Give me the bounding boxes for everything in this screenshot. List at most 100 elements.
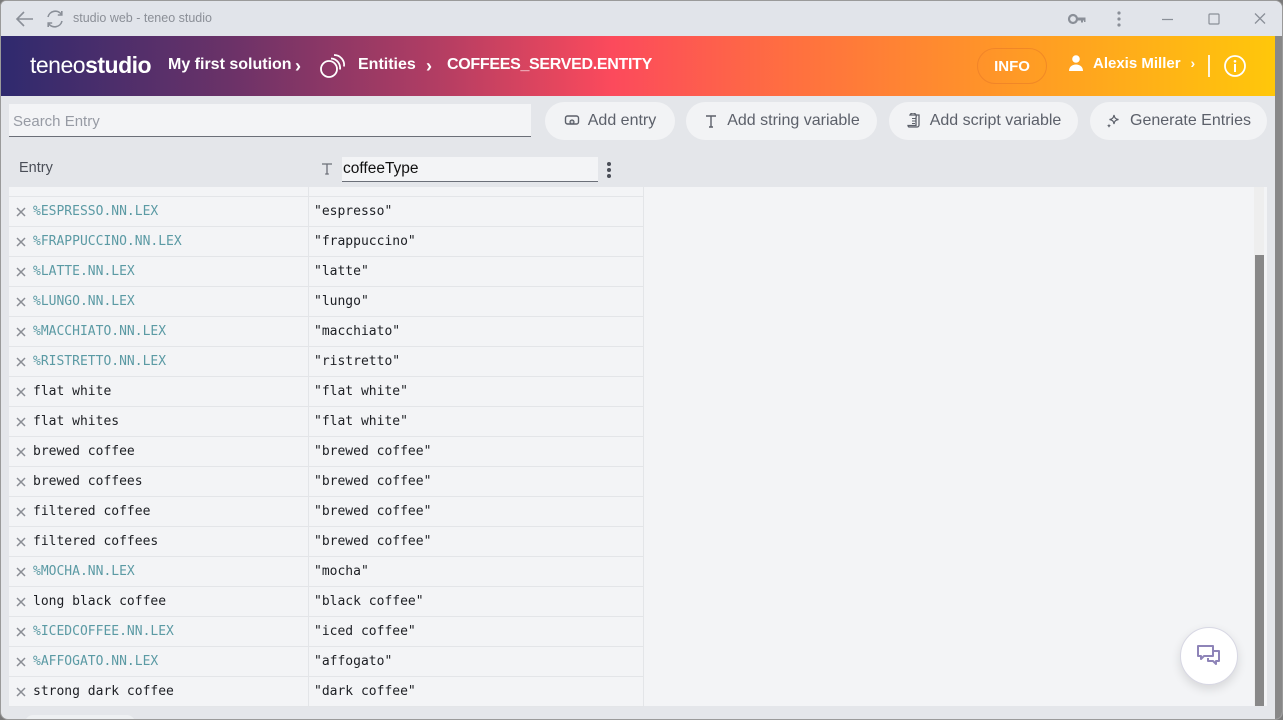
- table-row[interactable]: flat white "flat white": [9, 377, 644, 407]
- variable-name-input[interactable]: [342, 157, 598, 182]
- entry-cell[interactable]: %FRAPPUCCINO.NN.LEX: [9, 227, 309, 256]
- entry-cell[interactable]: %LATTE.NN.LEX: [9, 257, 309, 286]
- entry-text[interactable]: strong dark coffee: [33, 684, 174, 699]
- value-cell[interactable]: "black coffee": [309, 587, 644, 616]
- entry-text[interactable]: long black coffee: [33, 594, 166, 609]
- password-key-button[interactable]: [1067, 10, 1087, 28]
- entry-text[interactable]: flat whites: [33, 414, 119, 429]
- scrollbar-thumb[interactable]: [1255, 255, 1264, 706]
- table-row[interactable]: %ICEDCOFFEE.NN.LEX "iced coffee": [9, 617, 644, 647]
- entry-text[interactable]: %ESPRESSO.NN.LEX: [33, 204, 158, 219]
- delete-entry-icon[interactable]: [15, 386, 27, 398]
- entry-cell[interactable]: strong dark coffee: [9, 677, 309, 706]
- entry-text[interactable]: %MOCHA.NN.LEX: [33, 564, 135, 579]
- value-cell[interactable]: "brewed coffee": [309, 527, 644, 556]
- entry-cell[interactable]: %AFFOGATO.NN.LEX: [9, 647, 309, 676]
- table-row[interactable]: %ESPRESSO.NN.LEX "espresso": [9, 197, 644, 227]
- table-row[interactable]: %FRAPPUCCINO.NN.LEX "frappuccino": [9, 227, 644, 257]
- search-entry-input[interactable]: [9, 104, 531, 137]
- entry-cell[interactable]: brewed coffees: [9, 467, 309, 496]
- value-cell[interactable]: "macchiato": [309, 317, 644, 346]
- delete-entry-icon[interactable]: [15, 326, 27, 338]
- minimize-button[interactable]: [1157, 9, 1179, 29]
- entry-text[interactable]: %FRAPPUCCINO.NN.LEX: [33, 234, 182, 249]
- table-row[interactable]: %LUNGO.NN.LEX "lungo": [9, 287, 644, 317]
- value-cell[interactable]: "frappuccino": [309, 227, 644, 256]
- table-row[interactable]: filtered coffees "brewed coffee": [9, 527, 644, 557]
- entry-cell[interactable]: long black coffee: [9, 587, 309, 616]
- value-cell[interactable]: "latte": [309, 257, 644, 286]
- value-cell[interactable]: "flat white": [309, 377, 644, 406]
- table-row[interactable]: filtered coffee "brewed coffee": [9, 497, 644, 527]
- user-menu[interactable]: Alexis Miller ›: [1067, 54, 1195, 72]
- table-row[interactable]: brewed coffee "brewed coffee": [9, 437, 644, 467]
- entry-cell[interactable]: %ICEDCOFFEE.NN.LEX: [9, 617, 309, 646]
- table-row[interactable]: %MOCHA.NN.LEX "mocha": [9, 557, 644, 587]
- entry-text[interactable]: brewed coffees: [33, 474, 143, 489]
- delete-entry-icon[interactable]: [15, 566, 27, 578]
- delete-entry-icon[interactable]: [15, 506, 27, 518]
- delete-entry-icon[interactable]: [15, 476, 27, 488]
- breadcrumb-solution[interactable]: My first solution: [168, 56, 292, 74]
- entry-text[interactable]: filtered coffees: [33, 534, 158, 549]
- delete-entry-icon[interactable]: [15, 206, 27, 218]
- maximize-button[interactable]: [1203, 9, 1225, 29]
- value-cell[interactable]: "brewed coffee": [309, 467, 644, 496]
- add-entry-button[interactable]: Add entry: [545, 102, 675, 140]
- entry-text[interactable]: %ICEDCOFFEE.NN.LEX: [33, 624, 174, 639]
- delete-entry-icon[interactable]: [15, 416, 27, 428]
- generate-entries-button[interactable]: Generate Entries: [1090, 102, 1267, 140]
- delete-entry-icon[interactable]: [15, 446, 27, 458]
- value-cell[interactable]: "brewed coffee": [309, 437, 644, 466]
- entry-cell[interactable]: %LUNGO.NN.LEX: [9, 287, 309, 316]
- value-cell[interactable]: "lungo": [309, 287, 644, 316]
- table-row[interactable]: %LATTE.NN.LEX "latte": [9, 257, 644, 287]
- table-row[interactable]: %MACCHIATO.NN.LEX "macchiato": [9, 317, 644, 347]
- entry-cell[interactable]: flat white: [9, 377, 309, 406]
- teneo-studio-logo[interactable]: teneostudio: [30, 52, 152, 79]
- entry-text[interactable]: %AFFOGATO.NN.LEX: [33, 654, 158, 669]
- value-cell[interactable]: "flat white": [309, 407, 644, 436]
- entry-text[interactable]: brewed coffee: [33, 444, 135, 459]
- value-cell[interactable]: "espresso": [309, 197, 644, 226]
- value-cell[interactable]: "brewed coffee": [309, 497, 644, 526]
- delete-entry-icon[interactable]: [15, 296, 27, 308]
- browser-menu-button[interactable]: [1109, 9, 1129, 29]
- table-row[interactable]: long black coffee "black coffee": [9, 587, 644, 617]
- table-row[interactable]: flat whites "flat white": [9, 407, 644, 437]
- delete-entry-icon[interactable]: [15, 656, 27, 668]
- chat-button[interactable]: [1180, 627, 1238, 685]
- back-button[interactable]: [14, 8, 36, 30]
- reload-button[interactable]: [44, 8, 66, 30]
- table-row[interactable]: strong dark coffee "dark coffee": [9, 677, 644, 707]
- value-cell[interactable]: "mocha": [309, 557, 644, 586]
- info-button[interactable]: INFO: [977, 48, 1047, 84]
- delete-entry-icon[interactable]: [15, 596, 27, 608]
- entry-cell[interactable]: brewed coffee: [9, 437, 309, 466]
- delete-entry-icon[interactable]: [15, 266, 27, 278]
- value-cell[interactable]: "dark coffee": [309, 677, 644, 706]
- add-string-variable-button[interactable]: Add string variable: [686, 102, 877, 140]
- delete-entry-icon[interactable]: [15, 686, 27, 698]
- value-cell[interactable]: "iced coffee": [309, 617, 644, 646]
- entry-cell[interactable]: filtered coffees: [9, 527, 309, 556]
- entry-text[interactable]: %LUNGO.NN.LEX: [33, 294, 135, 309]
- delete-entry-icon[interactable]: [15, 356, 27, 368]
- delete-entry-icon[interactable]: [15, 536, 27, 548]
- breadcrumb-entities[interactable]: Entities: [358, 56, 416, 74]
- entry-cell[interactable]: %ESPRESSO.NN.LEX: [9, 197, 309, 226]
- value-cell[interactable]: "ristretto": [309, 347, 644, 376]
- add-script-variable-button[interactable]: Add script variable: [889, 102, 1078, 140]
- table-row[interactable]: %AFFOGATO.NN.LEX "affogato": [9, 647, 644, 677]
- table-row[interactable]: brewed coffees "brewed coffee": [9, 467, 644, 497]
- table-row[interactable]: %RISTRETTO.NN.LEX "ristretto": [9, 347, 644, 377]
- entry-cell[interactable]: %MOCHA.NN.LEX: [9, 557, 309, 586]
- entry-text[interactable]: flat white: [33, 384, 111, 399]
- value-cell[interactable]: "affogato": [309, 647, 644, 676]
- entry-cell[interactable]: %MACCHIATO.NN.LEX: [9, 317, 309, 346]
- entry-text[interactable]: %RISTRETTO.NN.LEX: [33, 354, 166, 369]
- close-window-button[interactable]: [1249, 9, 1271, 29]
- entry-cell[interactable]: %RISTRETTO.NN.LEX: [9, 347, 309, 376]
- info-circle-icon[interactable]: [1223, 54, 1247, 78]
- entry-text[interactable]: %LATTE.NN.LEX: [33, 264, 135, 279]
